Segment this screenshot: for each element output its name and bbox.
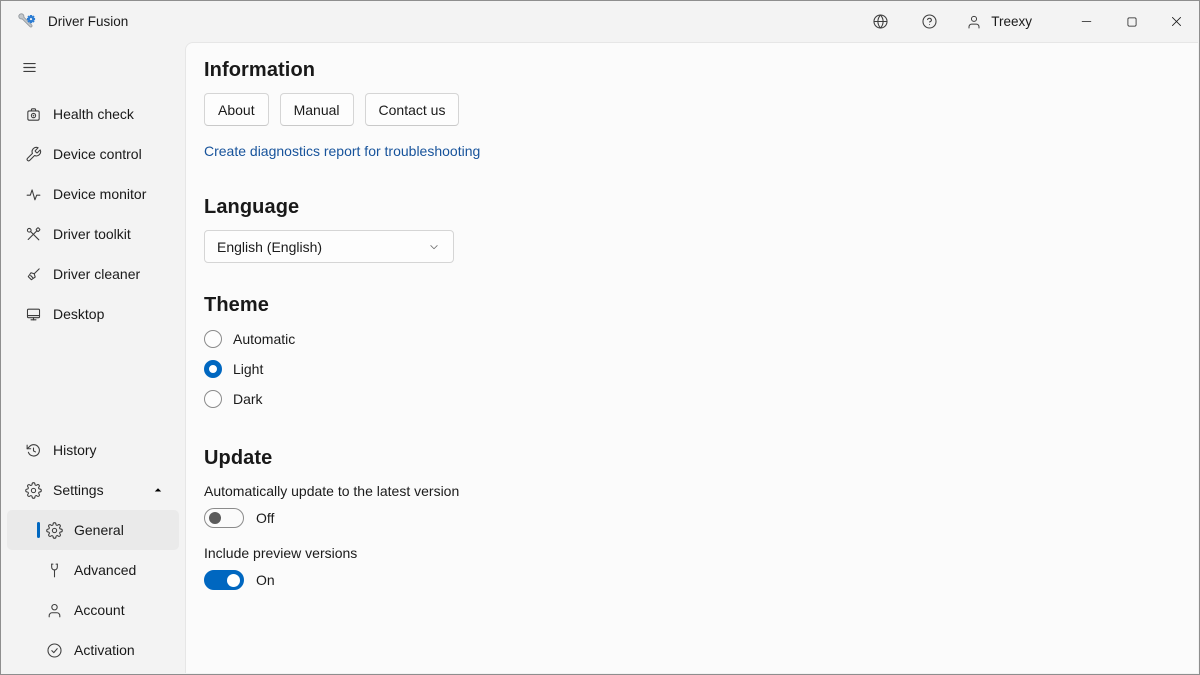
toggle-on-icon: [204, 570, 244, 590]
driver-cleaner-icon: [25, 266, 42, 283]
toggle-off-icon: [204, 508, 244, 528]
theme-radio-dark[interactable]: Dark: [204, 384, 1174, 414]
globe-icon[interactable]: [860, 5, 900, 39]
sidebar: Health check Device control Device monit…: [1, 42, 185, 673]
app-logo-icon: [17, 12, 37, 32]
driver-toolkit-icon: [25, 226, 42, 243]
preview-versions-toggle[interactable]: On: [204, 570, 1174, 590]
sidebar-item-activation[interactable]: Activation: [7, 630, 179, 670]
desktop-icon: [25, 306, 42, 323]
history-icon: [25, 442, 42, 459]
auto-update-label: Automatically update to the latest versi…: [204, 483, 1174, 499]
language-section: Language English (English): [204, 196, 1174, 263]
account-person-icon: [46, 602, 63, 619]
theme-radio-automatic[interactable]: Automatic: [204, 324, 1174, 354]
sidebar-item-history[interactable]: History: [7, 430, 179, 470]
toggle-state-label: Off: [256, 510, 274, 526]
language-dropdown[interactable]: English (English): [204, 230, 454, 263]
minimize-icon[interactable]: [1064, 1, 1109, 42]
sidebar-item-desktop[interactable]: Desktop: [7, 294, 179, 334]
user-icon: [966, 14, 982, 30]
toggle-state-label: On: [256, 572, 275, 588]
sidebar-item-device-control[interactable]: Device control: [7, 134, 179, 174]
theme-section: Theme Automatic Light Dark: [204, 294, 1174, 414]
sidebar-item-driver-toolkit[interactable]: Driver toolkit: [7, 214, 179, 254]
sidebar-item-label: Driver cleaner: [53, 266, 140, 282]
sidebar-item-driver-cleaner[interactable]: Driver cleaner: [7, 254, 179, 294]
activation-check-icon: [46, 642, 63, 659]
sidebar-item-account[interactable]: Account: [7, 590, 179, 630]
radio-unselected-icon: [204, 330, 222, 348]
sidebar-item-label: General: [74, 522, 124, 538]
sidebar-item-general[interactable]: General: [7, 510, 179, 550]
account-name: Treexy: [991, 14, 1032, 29]
manual-button[interactable]: Manual: [280, 93, 354, 126]
information-heading: Information: [204, 59, 1174, 82]
preview-versions-label: Include preview versions: [204, 545, 1174, 561]
sidebar-item-label: Desktop: [53, 306, 104, 322]
auto-update-toggle[interactable]: Off: [204, 508, 1174, 528]
close-icon[interactable]: [1154, 1, 1199, 42]
sidebar-item-health-check[interactable]: Health check: [7, 94, 179, 134]
language-heading: Language: [204, 196, 1174, 219]
sidebar-item-label: Settings: [53, 482, 104, 498]
advanced-wrench-icon: [46, 562, 63, 579]
sidebar-item-device-monitor[interactable]: Device monitor: [7, 174, 179, 214]
sidebar-item-label: Account: [74, 602, 125, 618]
diagnostics-report-link[interactable]: Create diagnostics report for troublesho…: [204, 143, 480, 159]
app-window: Driver Fusion Treexy: [0, 0, 1200, 675]
language-selected-value: English (English): [217, 239, 322, 255]
device-control-icon: [25, 146, 42, 163]
help-icon[interactable]: [909, 5, 949, 39]
app-title: Driver Fusion: [48, 14, 128, 29]
titlebar: Driver Fusion Treexy: [1, 1, 1199, 42]
radio-unselected-icon: [204, 390, 222, 408]
theme-heading: Theme: [204, 294, 1174, 317]
update-section: Update Automatically update to the lates…: [204, 447, 1174, 590]
settings-gear-icon: [25, 482, 42, 499]
sidebar-item-label: Advanced: [74, 562, 136, 578]
sidebar-item-label: Device control: [53, 146, 142, 162]
sidebar-item-settings[interactable]: Settings: [7, 470, 179, 510]
theme-radio-light[interactable]: Light: [204, 354, 1174, 384]
hamburger-menu-icon[interactable]: [9, 50, 49, 84]
maximize-icon[interactable]: [1109, 1, 1154, 42]
sidebar-nav: Health check Device control Device monit…: [1, 94, 185, 334]
settings-general-page: Information About Manual Contact us Crea…: [185, 42, 1198, 673]
account-button[interactable]: Treexy: [956, 5, 1042, 39]
radio-label: Automatic: [233, 331, 295, 347]
sidebar-item-label: Health check: [53, 106, 134, 122]
radio-selected-icon: [204, 360, 222, 378]
window-caption-buttons: [1064, 1, 1199, 42]
selection-indicator: [37, 522, 40, 538]
sidebar-item-label: Device monitor: [53, 186, 146, 202]
device-monitor-icon: [25, 186, 42, 203]
about-button[interactable]: About: [204, 93, 269, 126]
update-heading: Update: [204, 447, 1174, 470]
contact-us-button[interactable]: Contact us: [365, 93, 460, 126]
sidebar-item-label: History: [53, 442, 97, 458]
radio-label: Light: [233, 361, 263, 377]
sidebar-item-label: Activation: [74, 642, 135, 658]
general-gear-icon: [46, 522, 63, 539]
chevron-up-icon: [151, 483, 165, 497]
health-check-icon: [25, 106, 42, 123]
sidebar-item-label: Driver toolkit: [53, 226, 131, 242]
sidebar-item-advanced[interactable]: Advanced: [7, 550, 179, 590]
sidebar-bottom-nav: History Settings General: [1, 430, 185, 670]
information-section: Information About Manual Contact us Crea…: [204, 59, 1174, 161]
radio-label: Dark: [233, 391, 263, 407]
chevron-down-icon: [427, 240, 441, 254]
